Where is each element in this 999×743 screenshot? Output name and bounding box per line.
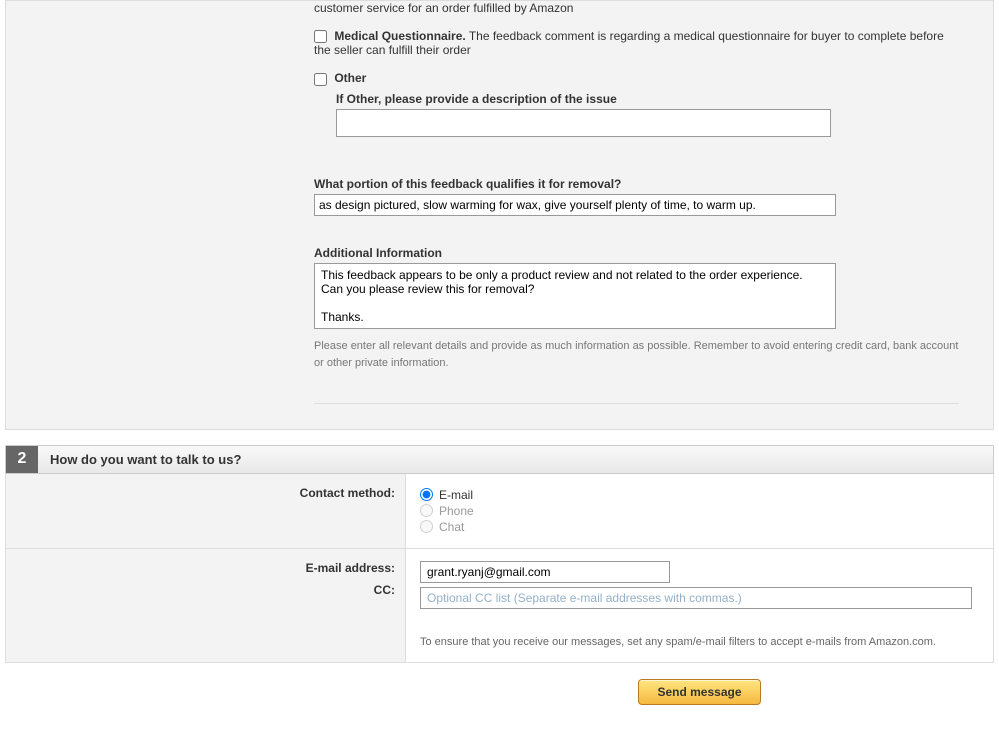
radio-chat-label: Chat [439,520,464,534]
fba-desc-fragment: customer service for an order fulfilled … [314,1,963,15]
email-label: E-mail address: [6,561,395,575]
radio-chat-row: Chat [420,520,973,534]
cc-input[interactable] [420,587,972,609]
medical-label: Medical Questionnaire. [334,29,465,43]
email-input[interactable] [420,561,670,583]
send-button-container: Send message [400,679,999,705]
additional-label: Additional Information [314,246,963,260]
cc-label: CC: [6,583,395,597]
other-subfield: If Other, please provide a description o… [336,92,963,137]
fba-desc: customer service for an order fulfilled … [314,1,573,15]
other-label: Other [334,71,366,85]
additional-helper: Please enter all relevant details and pr… [314,338,963,373]
additional-field: Additional Information Please enter all … [314,246,963,373]
spacer [0,430,999,445]
section-2-number: 2 [6,446,38,473]
contact-method-label: Contact method: [6,474,406,548]
section-2-header: 2 How do you want to talk to us? [5,445,994,474]
qualifies-input[interactable] [314,194,836,216]
other-checkbox-row: Other [314,71,963,85]
additional-textarea[interactable] [314,263,836,329]
contact-method-options: E-mail Phone Chat [406,474,993,548]
section-divider [314,403,959,404]
medical-checkbox-row: Medical Questionnaire. The feedback comm… [314,29,963,57]
qualifies-field: What portion of this feedback qualifies … [314,177,963,216]
section-2-panel: Contact method: E-mail Phone Chat E-mail… [5,474,994,663]
send-message-button[interactable]: Send message [638,679,760,705]
radio-phone [420,504,433,517]
other-description-input[interactable] [336,109,831,137]
section-1-content: customer service for an order fulfilled … [314,1,993,404]
email-value-cell: To ensure that you receive our messages,… [406,549,993,662]
contact-method-row: Contact method: E-mail Phone Chat [6,474,993,549]
radio-chat [420,520,433,533]
email-label-cell: E-mail address: CC: [6,549,406,662]
radio-phone-row: Phone [420,504,973,518]
email-note: To ensure that you receive our messages,… [420,635,973,650]
qualifies-label: What portion of this feedback qualifies … [314,177,963,191]
medical-checkbox[interactable] [314,30,327,43]
radio-email-row: E-mail [420,488,973,502]
section-2-title: How do you want to talk to us? [38,446,993,473]
email-row: E-mail address: CC: To ensure that you r… [6,549,993,662]
section-1-panel: customer service for an order fulfilled … [5,0,994,430]
radio-email-label: E-mail [439,488,473,502]
radio-email[interactable] [420,488,433,501]
other-checkbox[interactable] [314,73,327,86]
other-sublabel: If Other, please provide a description o… [336,92,963,106]
radio-phone-label: Phone [439,504,474,518]
